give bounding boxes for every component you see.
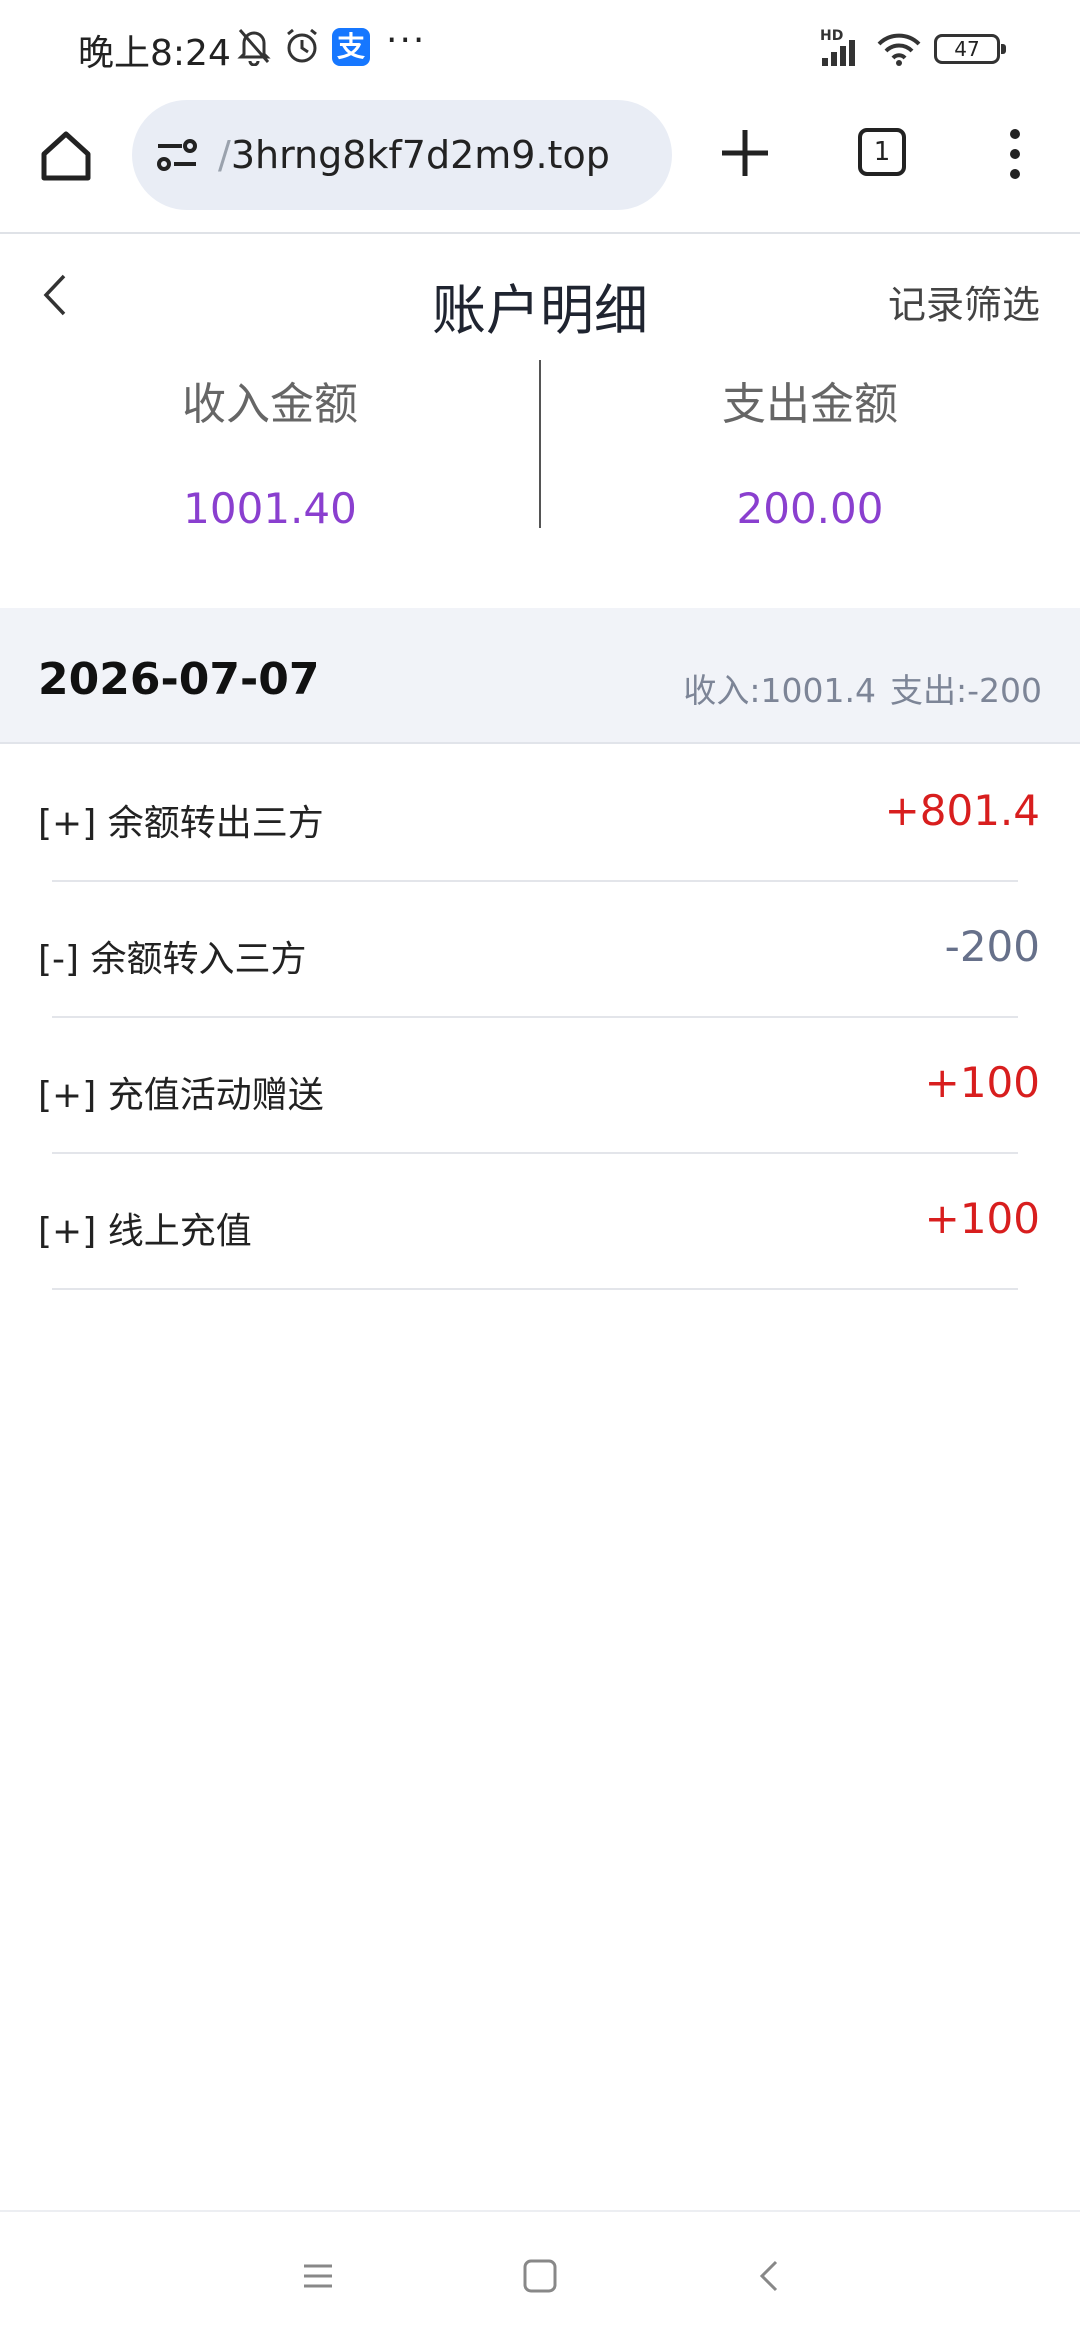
record-filter-button[interactable]: 记录筛选 xyxy=(888,274,1040,329)
group-date: 2026-07-07 xyxy=(38,654,320,705)
record-list: [+] 余额转出三方 +801.4 [-] 余额转入三方 -200 [+] 充值… xyxy=(0,746,1080,1290)
record-name: [+] 充值活动赠送 xyxy=(38,1075,324,1116)
browser-toolbar: /3hrng8kf7d2m9.top 1 xyxy=(0,96,1080,232)
expense-summary: 支出金额 200.00 xyxy=(540,350,1080,560)
back-nav-icon[interactable] xyxy=(752,2258,788,2294)
alarm-icon xyxy=(287,28,317,63)
expense-value: 200.00 xyxy=(736,484,884,533)
group-income: 收入:1001.4 xyxy=(683,671,876,710)
record-amount: -200 xyxy=(944,922,1040,971)
income-value: 1001.40 xyxy=(183,484,357,533)
list-item[interactable]: [-] 余额转入三方 -200 xyxy=(0,882,1080,1018)
record-amount: +100 xyxy=(924,1194,1040,1243)
recent-apps-icon[interactable] xyxy=(300,2258,336,2294)
app-root: 晚上8:24 支 ··· HD 47 /3hrng8kf7d2m9.top 1 … xyxy=(0,0,1080,2340)
income-summary: 收入金额 1001.40 xyxy=(0,350,540,560)
group-totals: 收入:1001.4 支出:-200 xyxy=(669,664,1042,712)
signal-icon xyxy=(822,40,855,66)
status-time: 晚上8:24 xyxy=(78,33,231,74)
wifi-icon xyxy=(877,33,921,66)
list-item[interactable]: [+] 线上充值 +100 xyxy=(0,1154,1080,1290)
tab-switcher-button[interactable]: 1 xyxy=(858,128,906,176)
url-text[interactable]: /3hrng8kf7d2m9.top xyxy=(218,133,658,177)
back-arrow-icon[interactable] xyxy=(40,270,70,320)
group-expense: 支出:-200 xyxy=(889,671,1042,710)
income-label: 收入金额 xyxy=(182,379,358,430)
alipay-icon: 支 xyxy=(332,28,370,66)
date-group-header: 2026-07-07 收入:1001.4 支出:-200 xyxy=(0,608,1080,744)
battery-icon: 47 xyxy=(934,34,1006,64)
site-settings-icon[interactable] xyxy=(152,130,202,180)
toolbar-divider xyxy=(0,232,1080,234)
bell-off-icon xyxy=(237,29,271,66)
expense-label: 支出金额 xyxy=(722,379,898,430)
status-bar: 晚上8:24 支 ··· HD 47 xyxy=(0,0,1080,96)
home-nav-icon[interactable] xyxy=(522,2258,558,2294)
record-name: [+] 线上充值 xyxy=(38,1211,252,1252)
new-tab-icon[interactable] xyxy=(716,124,774,182)
record-amount: +100 xyxy=(924,1058,1040,1107)
address-bar[interactable]: /3hrng8kf7d2m9.top xyxy=(132,100,672,210)
url-host: 3hrng8kf7d2m9.top xyxy=(230,133,610,177)
record-name: [-] 余额转入三方 xyxy=(38,939,307,980)
more-notifications-icon: ··· xyxy=(386,20,427,61)
home-icon[interactable] xyxy=(36,126,96,186)
url-prefix: / xyxy=(218,133,231,177)
record-amount: +801.4 xyxy=(884,786,1040,835)
system-nav-bar xyxy=(0,2210,1080,2340)
more-menu-icon[interactable] xyxy=(1000,124,1030,184)
page-title: 账户明细 xyxy=(432,279,648,342)
amount-summary: 收入金额 1001.40 支出金额 200.00 xyxy=(0,350,1080,560)
list-item[interactable]: [+] 充值活动赠送 +100 xyxy=(0,1018,1080,1154)
list-item[interactable]: [+] 余额转出三方 +801.4 xyxy=(0,746,1080,882)
record-name: [+] 余额转出三方 xyxy=(38,803,324,844)
